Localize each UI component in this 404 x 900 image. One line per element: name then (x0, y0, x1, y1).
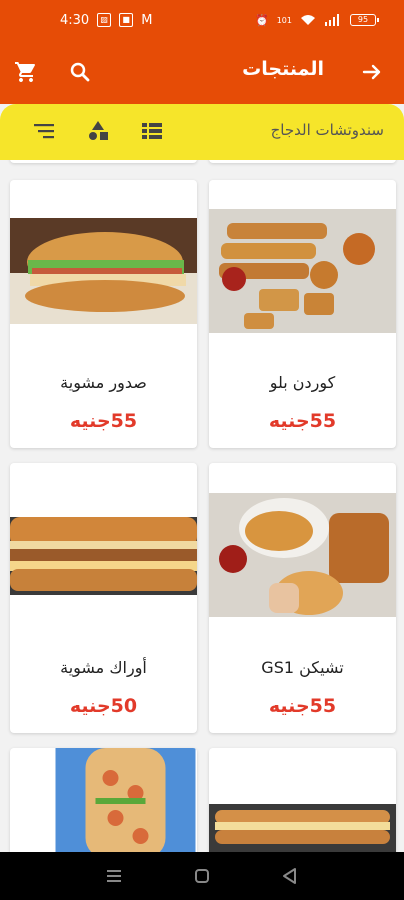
product-grid: صدور مشوية 55جنيه كوردن بلو 55جنيه أوراك… (0, 160, 404, 852)
cart-icon (15, 62, 35, 82)
back-nav-icon[interactable] (280, 866, 300, 886)
back-arrow-icon (362, 64, 381, 80)
battery-level: 95 (357, 15, 369, 24)
product-name: تشيكن GS1 (261, 658, 344, 677)
home-nav-icon[interactable] (192, 866, 212, 886)
back-button[interactable] (356, 56, 388, 88)
product-price: 55جنيه (69, 410, 138, 432)
status-left: 4:30 ▨ ■ M (60, 13, 152, 28)
product-card[interactable] (209, 748, 396, 852)
menu-nav-icon[interactable] (104, 866, 124, 886)
wifi-icon (301, 15, 315, 25)
signal-icon (325, 14, 339, 26)
view-list-button[interactable] (140, 119, 166, 145)
view-list-icon (142, 123, 162, 139)
system-nav-bar (0, 852, 404, 900)
search-button[interactable] (64, 56, 96, 88)
battery-icon: 95 (350, 14, 379, 26)
product-card[interactable]: تشيكن GS1 55جنيه (209, 463, 396, 733)
status-bar: 4:30 ▨ ■ M ⏰ 101 95 (0, 0, 404, 40)
product-name: كوردن بلو (269, 373, 336, 392)
product-price: 55جنيه (268, 695, 337, 717)
product-image (55, 748, 196, 852)
page-title: المنتجات (242, 58, 324, 80)
product-image (10, 218, 197, 324)
product-image (209, 209, 396, 333)
shapes-icon (89, 121, 108, 140)
product-card[interactable] (10, 748, 197, 852)
product-price: 55جنيه (268, 410, 337, 432)
email-notification-icon: M (141, 12, 153, 28)
sort-button[interactable] (32, 119, 58, 145)
status-time: 4:30 (60, 12, 90, 28)
category-shapes-button[interactable] (86, 119, 112, 145)
network-badge: 101 (276, 15, 292, 25)
product-card[interactable]: أوراك مشوية 50جنيه (10, 463, 197, 733)
product-image (209, 804, 396, 852)
alarm-icon: ⏰ (255, 13, 269, 27)
sort-icon (34, 124, 54, 139)
product-card[interactable]: صدور مشوية 55جنيه (10, 180, 197, 448)
search-icon (70, 62, 90, 82)
app-bar: المنتجات (0, 40, 404, 104)
app-notification-icon: ■ (119, 13, 134, 27)
product-name: أوراك مشوية (60, 658, 147, 677)
category-bar: سندوتشات الدجاج (0, 104, 404, 160)
product-image (209, 493, 396, 617)
product-card-partial[interactable] (10, 160, 197, 163)
product-card-partial[interactable] (209, 160, 396, 163)
gallery-notification-icon: ▨ (97, 13, 112, 27)
product-name: صدور مشوية (60, 373, 147, 392)
category-title: سندوتشات الدجاج (270, 121, 384, 139)
product-card[interactable]: كوردن بلو 55جنيه (209, 180, 396, 448)
product-price: 50جنيه (69, 695, 138, 717)
product-image (10, 517, 197, 595)
cart-button[interactable] (10, 56, 42, 88)
status-right: ⏰ 101 95 (255, 13, 379, 27)
